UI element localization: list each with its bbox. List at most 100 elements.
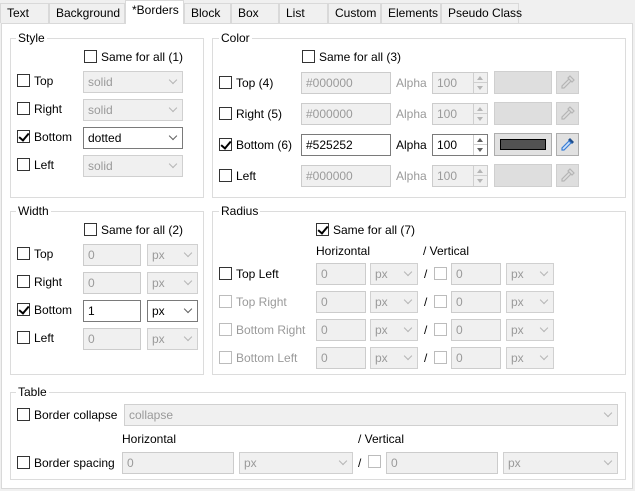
radius-slash: / [424,323,428,337]
color-left-input[interactable]: #000000 [301,165,391,187]
color-bottom-picker-button[interactable] [556,133,579,156]
color-right-swatch[interactable] [494,102,552,125]
width-top-checkbox[interactable] [17,247,30,260]
color-left-alpha-spinner[interactable]: 100 [432,165,488,187]
color-top-picker-button[interactable] [556,71,579,94]
width-right-checkbox[interactable] [17,275,30,288]
color-bottom-input[interactable]: #525252 [301,134,391,156]
radius-bottom-left-checkbox[interactable] [219,351,232,364]
color-bottom-swatch[interactable] [494,133,552,156]
width-right-input[interactable]: 0 [83,272,141,294]
color-top-swatch[interactable] [494,71,552,94]
radius-bottom-left-h-unit-select[interactable]: px [370,347,418,369]
radius-top-right-checkbox[interactable] [219,295,232,308]
radius-same-for-all-label: Same for all (7) [333,223,416,237]
width-bottom-unit-select[interactable]: px [147,300,198,322]
tab-text[interactable]: Text [0,3,49,23]
style-same-for-all-checkbox[interactable] [84,50,97,63]
radius-bottom-right-v-unit-select[interactable]: px [506,319,554,341]
radius-top-right-h-unit-select[interactable]: px [370,291,418,313]
width-same-for-all-checkbox[interactable] [84,223,97,236]
radius-top-left-h-unit-select[interactable]: px [370,263,418,285]
radius-bottom-left-h-input[interactable]: 0 [316,347,366,369]
style-right-select[interactable]: solid [83,99,183,121]
radius-top-right-h-input[interactable]: 0 [316,291,366,313]
style-same-for-all-label: Same for all (1) [101,50,184,64]
border-collapse-select[interactable]: collapse [124,404,618,426]
select-value: px [375,351,388,365]
color-left-checkbox[interactable] [219,169,232,182]
tab-pseudo-class[interactable]: Pseudo Class [441,3,522,23]
spin-up-icon[interactable] [473,73,487,83]
radius-bottom-right-h-input[interactable]: 0 [316,319,366,341]
color-left-swatch[interactable] [494,164,552,187]
border-spacing-checkbox[interactable] [17,456,30,469]
radius-bottom-left-v-input[interactable]: 0 [451,347,501,369]
radius-bottom-right-h-unit-select[interactable]: px [370,319,418,341]
radius-bottom-right-checkbox[interactable] [219,323,232,336]
radius-bottom-left-vertical-checkbox[interactable] [434,351,447,364]
spin-up-icon[interactable] [473,166,487,176]
radius-bottom-right-vertical-checkbox[interactable] [434,323,447,336]
border-spacing-h-input[interactable]: 0 [122,452,234,474]
radius-same-for-all-checkbox[interactable] [316,223,329,236]
radius-top-left-h-input[interactable]: 0 [316,263,366,285]
width-left-input[interactable]: 0 [83,328,141,350]
color-right-picker-button[interactable] [556,102,579,125]
style-left-select[interactable]: solid [83,155,183,177]
radius-bottom-right-v-input[interactable]: 0 [451,319,501,341]
color-bottom-alpha-spinner[interactable]: 100 [432,134,488,156]
radius-top-right-v-input[interactable]: 0 [451,291,501,313]
style-top-select[interactable]: solid [83,71,183,93]
color-left-alpha-label: Alpha [396,169,427,183]
tab-elements[interactable]: Elements [381,3,441,23]
radius-top-left-vertical-checkbox[interactable] [434,267,447,280]
style-bottom-select[interactable]: dotted [83,127,183,149]
border-spacing-vertical-checkbox[interactable] [368,455,381,468]
tab-list[interactable]: List [279,3,328,23]
border-spacing-label: Border spacing [34,456,115,470]
border-collapse-checkbox[interactable] [17,408,30,421]
style-right-checkbox[interactable] [17,102,30,115]
tab-block[interactable]: Block [184,3,231,23]
spin-up-icon[interactable] [473,135,487,145]
color-right-checkbox[interactable] [219,107,232,120]
spin-down-icon[interactable] [473,83,487,93]
color-top-input[interactable]: #000000 [301,72,391,94]
border-spacing-v-input[interactable]: 0 [386,452,498,474]
tab-box[interactable]: Box [231,3,279,23]
color-bottom-checkbox[interactable] [219,138,232,151]
style-top-checkbox[interactable] [17,74,30,87]
color-top-alpha-spinner[interactable]: 100 [432,72,488,94]
chevron-down-icon [603,408,613,418]
radius-top-right-vertical-checkbox[interactable] [434,295,447,308]
tab-borders[interactable]: *Borders [125,0,184,24]
color-top-checkbox[interactable] [219,76,232,89]
width-left-checkbox[interactable] [17,331,30,344]
border-spacing-h-unit-select[interactable]: px [239,452,353,474]
tab-background[interactable]: Background [49,3,125,23]
width-bottom-checkbox[interactable] [17,303,30,316]
width-bottom-input[interactable]: 1 [83,300,141,322]
spin-up-icon[interactable] [473,104,487,114]
width-top-input[interactable]: 0 [83,244,141,266]
radius-top-left-v-input[interactable]: 0 [451,263,501,285]
spin-down-icon[interactable] [473,176,487,186]
style-left-checkbox[interactable] [17,158,30,171]
radius-top-right-v-unit-select[interactable]: px [506,291,554,313]
spin-down-icon[interactable] [473,114,487,124]
border-spacing-v-unit-select[interactable]: px [503,452,618,474]
color-right-alpha-spinner[interactable]: 100 [432,103,488,125]
color-same-for-all-checkbox[interactable] [302,50,315,63]
width-top-unit-select[interactable]: px [147,244,198,266]
width-left-unit-select[interactable]: px [147,328,198,350]
spin-down-icon[interactable] [473,145,487,155]
tab-custom[interactable]: Custom [328,3,381,23]
color-left-picker-button[interactable] [556,164,579,187]
color-right-input[interactable]: #000000 [301,103,391,125]
width-right-unit-select[interactable]: px [147,272,198,294]
radius-bottom-left-v-unit-select[interactable]: px [506,347,554,369]
radius-top-left-checkbox[interactable] [219,267,232,280]
radius-top-left-v-unit-select[interactable]: px [506,263,554,285]
style-bottom-checkbox[interactable] [17,130,30,143]
